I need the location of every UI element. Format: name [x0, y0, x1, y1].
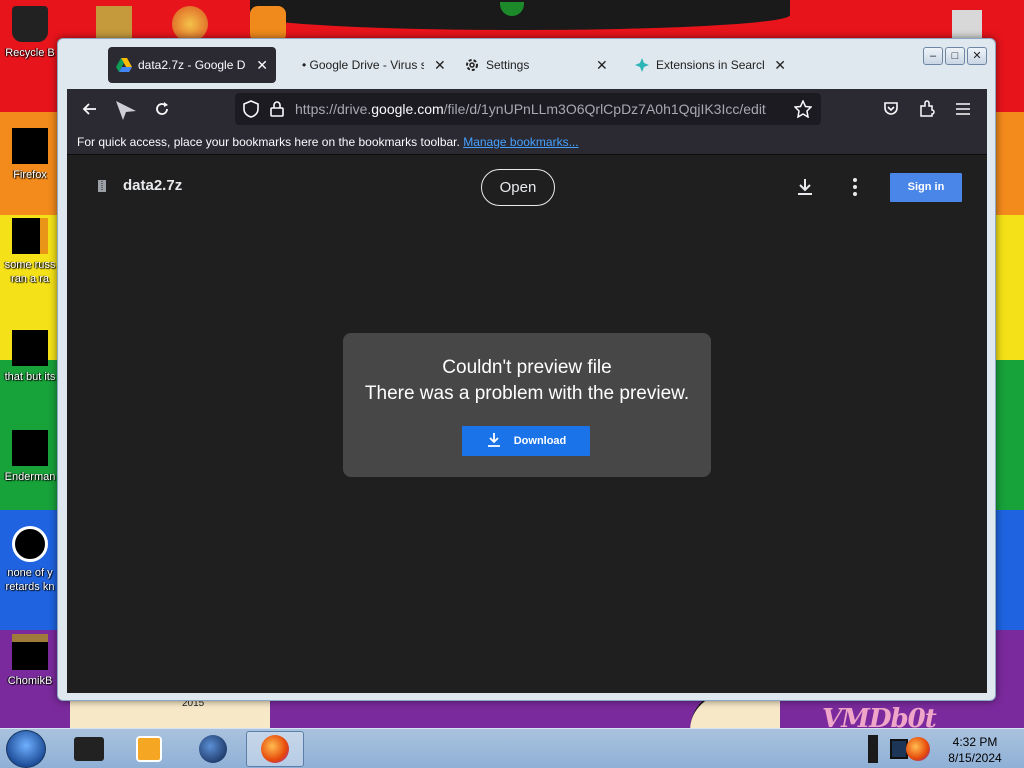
desktop-icon-label: ChomikB — [7, 675, 53, 687]
desktop-icon-label: Firefox — [13, 169, 47, 181]
taskbar-app-globe[interactable] — [184, 731, 242, 767]
firefox-icon — [12, 128, 48, 164]
drive-viewer: data2.7z Open Sign in Couldn't preview f… — [67, 155, 987, 693]
lock-icon[interactable] — [265, 97, 289, 121]
file-name: data2.7z — [123, 177, 183, 194]
tab-title: data2.7z - Google Dri — [138, 58, 247, 72]
desktop-icon-label: some russ ran a ra — [4, 259, 56, 285]
manage-bookmarks-link[interactable]: Manage bookmarks... — [463, 135, 578, 149]
minimize-button[interactable]: – — [923, 47, 943, 65]
recycle-bin-icon — [12, 6, 48, 42]
desktop-icon-label: Enderman — [4, 471, 56, 483]
more-options-icon[interactable] — [843, 175, 867, 199]
preview-error-card: Couldn't preview file There was a proble… — [343, 333, 711, 477]
media-player-icon — [136, 736, 162, 762]
desktop-icon-chomikbox[interactable]: ChomikB — [0, 634, 60, 688]
app-icon — [12, 430, 48, 466]
tab-strip: data2.7z - Google Dri ✕ • Google Drive -… — [58, 39, 995, 89]
desktop-icon-file[interactable]: none of y retards kn — [0, 526, 60, 594]
taskbar: 4:32 PM 8/15/2024 — [0, 728, 1024, 768]
bookmarks-hint: For quick access, place your bookmarks h… — [77, 135, 460, 149]
start-button[interactable] — [6, 730, 46, 768]
desktop-icon-firefox[interactable]: Firefox — [0, 128, 60, 182]
zip-file-icon — [97, 179, 107, 192]
gear-icon — [464, 57, 480, 73]
taskbar-app-media[interactable] — [120, 731, 178, 767]
tab-close-icon[interactable]: ✕ — [256, 57, 268, 74]
tab-close-icon[interactable]: ✕ — [596, 57, 608, 74]
tab-close-icon[interactable]: ✕ — [774, 57, 786, 74]
error-title: Couldn't preview file — [442, 357, 612, 378]
tab-title: • Google Drive - Virus s — [302, 58, 424, 72]
desktop-app-icon[interactable] — [172, 6, 208, 42]
back-icon[interactable] — [78, 97, 102, 121]
taskbar-app-firefox[interactable] — [246, 731, 304, 767]
firefox-icon — [261, 735, 289, 763]
sign-in-button[interactable]: Sign in — [890, 173, 962, 202]
desktop-icon-file[interactable]: some russ ran a ra — [0, 218, 60, 286]
bookmarks-toolbar: For quick access, place your bookmarks h… — [67, 129, 987, 155]
tray-icon[interactable] — [868, 735, 878, 763]
shield-icon[interactable] — [239, 97, 263, 121]
download-icon — [486, 432, 502, 451]
error-message: There was a problem with the preview. — [364, 383, 690, 404]
app-icon — [74, 737, 104, 761]
reload-icon[interactable] — [150, 97, 174, 121]
clock[interactable]: 4:32 PM 8/15/2024 — [940, 734, 1010, 766]
desktop-folder-icon[interactable] — [96, 6, 132, 42]
system-tray — [868, 731, 934, 767]
google-drive-icon — [116, 57, 132, 73]
tab-extensions[interactable]: Extensions in Search T ✕ — [626, 48, 794, 82]
tab-title: Extensions in Search T — [656, 58, 764, 72]
pocket-icon[interactable] — [879, 97, 903, 121]
clock-time: 4:32 PM — [952, 735, 998, 749]
file-icon — [12, 218, 48, 254]
extensions-icon — [634, 57, 650, 73]
browser-content: https://drive.google.com/file/d/1ynUPnLL… — [67, 89, 987, 693]
tab-google-drive-file[interactable]: data2.7z - Google Dri ✕ — [108, 47, 276, 83]
star-icon[interactable] — [791, 97, 815, 121]
download-button[interactable]: Download — [462, 426, 590, 456]
app-icon — [12, 634, 48, 670]
desktop-icon-label: that but its — [4, 371, 56, 383]
download-label: Download — [513, 435, 567, 447]
browser-window: data2.7z - Google Dri ✕ • Google Drive -… — [57, 38, 996, 701]
close-button[interactable]: ✕ — [967, 47, 987, 65]
download-icon[interactable] — [793, 175, 817, 199]
taskbar-app-files[interactable] — [60, 731, 118, 767]
window-controls: – □ ✕ — [923, 47, 987, 65]
tab-close-icon[interactable]: ✕ — [434, 57, 446, 74]
firefox-tray-icon[interactable] — [906, 737, 930, 761]
desktop-icon-label: none of y retards kn — [5, 567, 55, 593]
file-icon — [12, 330, 48, 366]
app-icon — [12, 526, 48, 562]
desktop-icon-recycle-bin[interactable]: Recycle B — [0, 6, 60, 60]
desktop-icon-enderman[interactable]: Enderman — [0, 430, 60, 484]
menu-icon[interactable] — [951, 97, 975, 121]
desktop-app-icon[interactable] — [250, 6, 286, 42]
maximize-button[interactable]: □ — [945, 47, 965, 65]
tab-settings[interactable]: Settings ✕ — [456, 48, 616, 82]
url-text[interactable]: https://drive.google.com/file/d/1ynUPnLL… — [295, 101, 775, 117]
tab-google-drive-virus[interactable]: • Google Drive - Virus s ✕ — [294, 48, 454, 82]
cursor-arrow-icon — [114, 97, 138, 121]
wallpaper-text: VMDb0t — [822, 704, 937, 728]
clock-date: 8/15/2024 — [948, 751, 1002, 765]
tab-title: Settings — [486, 58, 530, 72]
desktop-icon-file[interactable]: that but its — [0, 330, 60, 384]
extensions-puzzle-icon[interactable] — [915, 97, 939, 121]
navigation-bar: https://drive.google.com/file/d/1ynUPnLL… — [67, 89, 987, 129]
url-bar[interactable]: https://drive.google.com/file/d/1ynUPnLL… — [235, 93, 821, 125]
open-button[interactable]: Open — [481, 169, 555, 206]
globe-icon — [199, 735, 227, 763]
desktop-icon-label: Recycle B — [5, 47, 55, 59]
